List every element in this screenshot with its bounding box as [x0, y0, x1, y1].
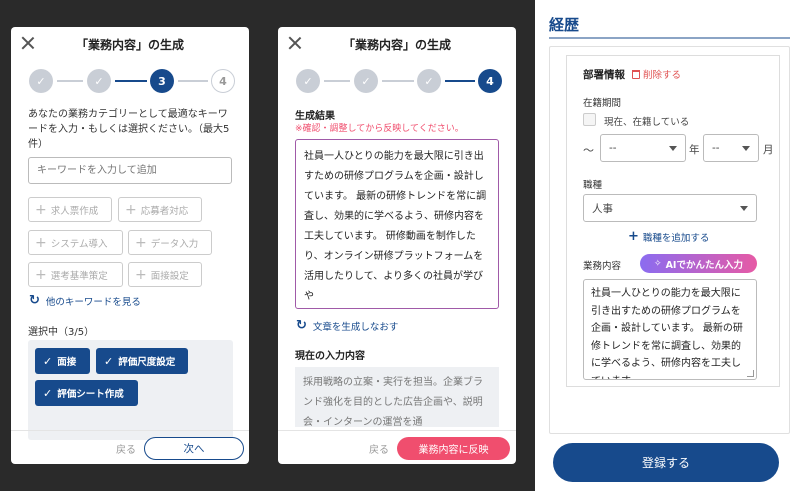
keyword-chip[interactable]: + システム導入	[28, 230, 123, 255]
keyword-chip[interactable]: + 応募者対応	[118, 197, 202, 222]
modal-title: 「業務内容」の生成	[75, 37, 184, 52]
job-type-select[interactable]: 人事	[583, 194, 757, 222]
modal-footer: 戻る 次へ	[11, 430, 249, 464]
selected-count-label: 選択中（3/5）	[28, 327, 95, 338]
add-job-type-link[interactable]: + 職種を追加する	[628, 229, 709, 244]
plus-icon: +	[35, 266, 47, 283]
month-unit: 月	[763, 144, 774, 156]
plus-icon: +	[35, 201, 47, 218]
modal-header: 「業務内容」の生成	[278, 27, 516, 61]
plus-icon: +	[135, 234, 147, 251]
plus-icon: +	[125, 201, 137, 218]
month-select[interactable]: --	[703, 134, 759, 162]
current-input-title: 現在の入力内容	[295, 351, 365, 362]
step-4-current: 4	[478, 69, 502, 93]
keyword-chip[interactable]: + 求人票作成	[28, 197, 112, 222]
keyword-modal: 「業務内容」の生成 ✓ ✓ 3 4 あなたの業務カテゴリーとして最適なキーワード…	[11, 27, 249, 464]
chevron-down-icon	[669, 146, 677, 151]
check-icon: ✓	[43, 386, 53, 400]
check-icon: ✓	[43, 354, 53, 368]
range-tilde: 〜	[583, 144, 594, 157]
more-keywords-link[interactable]: ↻ 他のキーワードを見る	[29, 293, 141, 308]
plus-icon: +	[135, 266, 147, 283]
keyword-chip[interactable]: + データ入力	[128, 230, 212, 255]
keyword-input[interactable]	[28, 157, 232, 184]
back-button[interactable]: 戻る	[369, 441, 389, 456]
close-icon[interactable]	[20, 35, 36, 51]
stepper: ✓ ✓ ✓ 4	[296, 69, 502, 95]
result-title: 生成結果	[295, 111, 335, 122]
modal-title: 「業務内容」の生成	[342, 37, 451, 52]
keyword-chip[interactable]: + 選考基準策定	[28, 262, 123, 287]
section-divider	[549, 37, 790, 39]
close-icon[interactable]	[287, 35, 303, 51]
resize-handle-icon[interactable]	[747, 370, 754, 377]
job-type-label: 職種	[583, 180, 603, 191]
plus-icon: +	[628, 229, 639, 244]
current-input-text: 採用戦略の立案・実行を担当。企業ブランド強化を目的とした広告企画や、説明会・イン…	[295, 367, 499, 427]
refresh-icon: ↻	[29, 293, 40, 308]
step-4-todo: 4	[211, 69, 235, 93]
stepper: ✓ ✓ 3 4	[29, 69, 235, 95]
department-title: 部署情報	[583, 69, 625, 81]
step-1-done-check-icon: ✓	[296, 69, 320, 93]
generated-text-area[interactable]: 社員一人ひとりの能力を最大限に引き出すための研修プログラムを企画・設計しています…	[295, 139, 499, 309]
keyword-chip[interactable]: + 面接設定	[128, 262, 202, 287]
step-3-current: 3	[150, 69, 174, 93]
generation-result-modal: 「業務内容」の生成 ✓ ✓ ✓ 4 生成結果 ※確認・調整してから反映してくださ…	[278, 27, 516, 464]
career-form-panel: 経歴 部署情報 削除する 在籍期間 現在、在籍している 〜 -- 年 -- 月 …	[535, 0, 800, 491]
back-button[interactable]: 戻る	[116, 441, 136, 456]
step-2-done-check-icon: ✓	[87, 69, 111, 93]
modal-header: 「業務内容」の生成	[11, 27, 249, 61]
selected-keyword-chip[interactable]: ✓ 評価シート作成	[35, 380, 138, 406]
regenerate-link[interactable]: ↻ 文章を生成しなおす	[296, 318, 398, 333]
trash-icon	[632, 69, 640, 79]
currently-employed-label: 現在、在籍している	[604, 117, 690, 128]
ai-easy-input-button[interactable]: ✧ AIでかんたん入力	[640, 254, 757, 273]
register-button[interactable]: 登録する	[553, 443, 779, 482]
sparkle-icon: ✧	[654, 258, 662, 269]
selected-keyword-chip[interactable]: ✓ 評価尺度設定	[96, 348, 188, 374]
chevron-down-icon	[742, 146, 750, 151]
chevron-down-icon	[740, 206, 748, 211]
year-unit: 年	[689, 144, 700, 156]
step-1-done-check-icon: ✓	[29, 69, 53, 93]
currently-employed-checkbox[interactable]	[583, 113, 596, 126]
period-label: 在籍期間	[583, 98, 622, 109]
section-title: 経歴	[549, 16, 580, 34]
check-icon: ✓	[104, 354, 114, 368]
step-2-done-check-icon: ✓	[354, 69, 378, 93]
duties-textarea[interactable]: 社員一人ひとりの能力を最大限に引き出すための研修プログラムを企画・設計しています…	[583, 279, 757, 380]
result-note: ※確認・調整してから反映してください。	[295, 124, 464, 134]
apply-to-duties-button[interactable]: 業務内容に反映	[397, 437, 510, 460]
step-3-done-check-icon: ✓	[417, 69, 441, 93]
year-select[interactable]: --	[600, 134, 686, 162]
refresh-icon: ↻	[296, 318, 307, 333]
delete-department-link[interactable]: 削除する	[632, 67, 681, 81]
instruction-text: あなたの業務カテゴリーとして最適なキーワードを入力・もしくは選択ください。（最大…	[28, 109, 230, 150]
duties-label: 業務内容	[583, 261, 622, 272]
selected-keyword-chip[interactable]: ✓ 面接	[35, 348, 90, 374]
plus-icon: +	[35, 234, 47, 251]
modal-footer: 戻る 業務内容に反映	[278, 430, 516, 464]
next-button[interactable]: 次へ	[144, 437, 244, 460]
